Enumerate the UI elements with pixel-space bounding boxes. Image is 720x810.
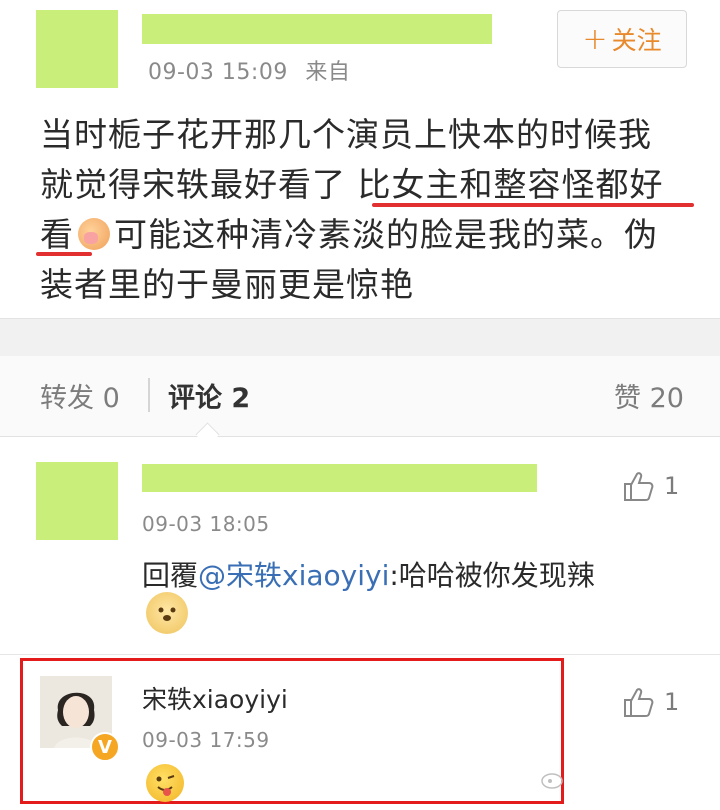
post-source: 来自 [305, 60, 351, 85]
redacted-comment-avatar [36, 462, 118, 540]
mention-link[interactable]: @宋轶xiaoyiyi [198, 559, 389, 592]
post-line-3b: 可能这种清冷素淡的脸是我的菜。伪 [114, 215, 658, 254]
shush-emoji-icon [78, 218, 110, 250]
comment-text: 回覆@宋轶xiaoyiyi:哈哈被你发现辣 [142, 554, 595, 594]
comment-divider [0, 654, 720, 655]
redacted-username [142, 14, 492, 44]
post-line-2b: 比女主和整容怪都好 [357, 165, 664, 204]
post-line-2a: 就觉得宋轶最好看了 [40, 165, 358, 204]
redacted-avatar [36, 10, 118, 88]
post-timestamp: 09-03 15:09 [148, 60, 288, 85]
post-line-1: 当时栀子花开那几个演员上快本的时候我 [40, 115, 652, 154]
plus-icon: + [582, 21, 608, 57]
watermark-icon [540, 770, 570, 796]
comment-time: 09-03 18:05 [142, 512, 270, 536]
section-separator [0, 318, 720, 357]
reply-prefix: 回覆 [142, 559, 199, 592]
redacted-comment-username [142, 464, 537, 492]
follow-label: 关注 [611, 26, 662, 55]
tab-divider [148, 378, 150, 412]
tab-comments[interactable]: 评论 2 [168, 376, 250, 415]
tab-repost[interactable]: 转发 0 [40, 376, 120, 415]
reply-text: :哈哈被你发现辣 [389, 559, 595, 592]
like-count: 1 [664, 472, 680, 500]
tab-likes[interactable]: 赞 20 [614, 376, 684, 415]
comment-time: 09-03 17:59 [142, 728, 270, 752]
follow-button[interactable]: + 关注 [557, 10, 687, 68]
doge-emoji-icon [146, 592, 188, 634]
like-count: 1 [664, 688, 680, 716]
post-line-4: 装者里的于曼丽更是惊艳 [40, 265, 414, 304]
post-body: 当时栀子花开那几个演员上快本的时候我 就觉得宋轶最好看了 比女主和整容怪都好 看… [40, 110, 700, 310]
tongue-emoji-icon [146, 764, 184, 802]
red-underline-2 [36, 252, 92, 256]
verified-badge: V [90, 732, 120, 762]
comment-like-button[interactable]: 1 [622, 470, 679, 502]
red-underline-1 [372, 203, 694, 207]
post-line-3: 看 可能这种清冷素淡的脸是我的菜。伪 [40, 210, 700, 260]
tab-bar: 转发 0 评论 2 赞 20 [0, 356, 720, 437]
post-line-3a: 看 [40, 215, 74, 254]
comment-username[interactable]: 宋轶xiaoyiyi [142, 680, 288, 716]
thumbs-up-icon [624, 688, 654, 717]
thumbs-up-icon [624, 472, 654, 501]
post-meta: 09-03 15:09 来自 [148, 54, 350, 86]
comment-like-button[interactable]: 1 [622, 686, 679, 718]
